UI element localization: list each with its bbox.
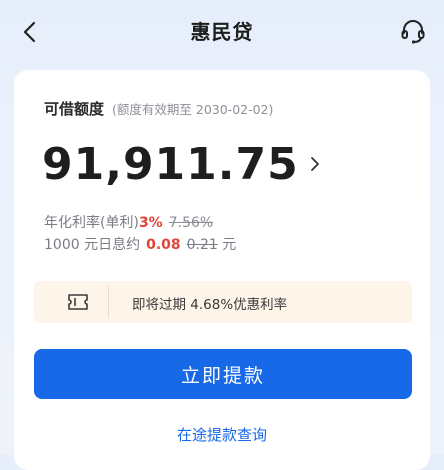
rate-label: 年化利率(单利): [44, 215, 139, 231]
withdraw-button[interactable]: 立即提款: [34, 349, 412, 399]
promo-banner[interactable]: 即将过期 4.68%优惠利率: [34, 281, 412, 323]
interest-unit: 元: [222, 237, 237, 253]
page-title: 惠民贷: [190, 20, 254, 44]
headset-icon[interactable]: [398, 16, 428, 46]
interest-prefix: 1000 元日息约: [44, 237, 141, 253]
quota-header: 可借额度 (额度有效期至 2030-02-02): [44, 98, 273, 119]
promo-icon-box: [44, 286, 109, 318]
daily-interest-line: 1000 元日息约 0.08 0.21 元: [44, 234, 236, 254]
interest-original: 0.21: [186, 237, 218, 253]
rate-current: 3%: [138, 215, 163, 231]
annual-rate-line: 年化利率(单利)3% 7.56%: [44, 212, 213, 232]
quota-amount-row[interactable]: 91,911.75: [42, 136, 321, 192]
quota-validity: (额度有效期至 2030-02-02): [112, 102, 274, 117]
coupon-icon: [68, 294, 88, 310]
nav-bar: 惠民贷: [0, 0, 444, 62]
loan-card: 可借额度 (额度有效期至 2030-02-02) 91,911.75 年化利率(单…: [14, 70, 430, 470]
quota-title: 可借额度: [44, 100, 105, 118]
chevron-right-icon: [310, 157, 319, 171]
quota-amount: 91,911.75: [42, 138, 299, 190]
promo-text: 即将过期 4.68%优惠利率: [132, 297, 288, 313]
rate-original: 7.56%: [168, 215, 214, 231]
interest-current: 0.08: [146, 237, 181, 253]
in-transit-query-link[interactable]: 在途提款查询: [14, 424, 430, 445]
